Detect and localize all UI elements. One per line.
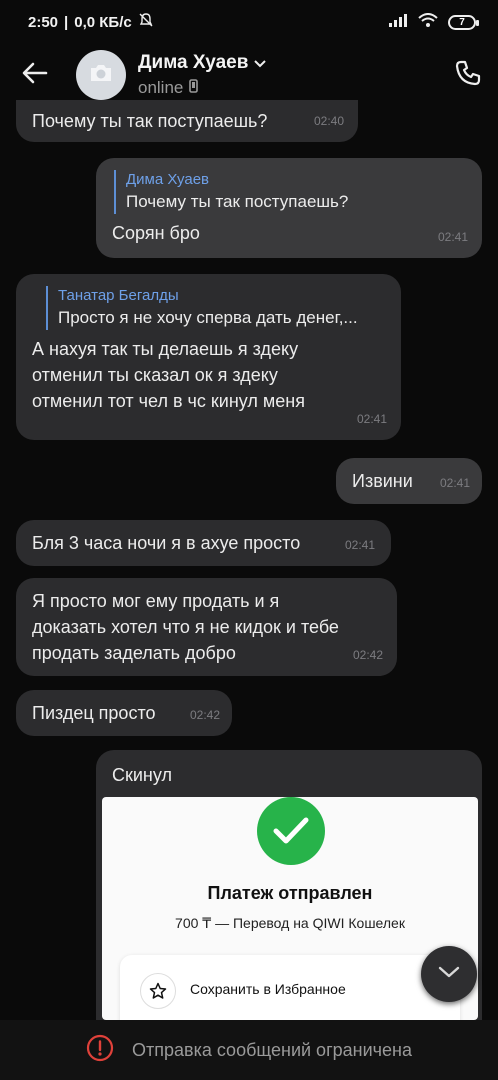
reply-author: Дима Хуаев bbox=[126, 171, 210, 188]
message-text: Я просто мог ему продать и я доказать хо… bbox=[32, 591, 339, 663]
save-favorite-card: Сохранить в Избранное bbox=[120, 955, 460, 1020]
restricted-notice: Отправка сообщений ограничена bbox=[132, 1039, 412, 1060]
mobile-phone-icon bbox=[189, 78, 199, 98]
battery-icon: 7 bbox=[448, 14, 479, 30]
status-bar: 2:50 | 0,0 КБ/с 7 bbox=[0, 0, 498, 44]
message-text: Пиздец просто bbox=[32, 703, 156, 723]
message-bubble-outgoing[interactable]: Дима Хуаев Почему ты так поступаешь? Сор… bbox=[96, 158, 482, 258]
message-text: Скинул bbox=[112, 765, 172, 785]
status-right: 7 bbox=[388, 12, 479, 32]
mute-bell-icon bbox=[138, 12, 154, 32]
message-bubble-incoming[interactable]: Почему ты так поступаешь? 02:40 bbox=[16, 100, 358, 142]
message-time: 02:41 bbox=[356, 412, 387, 426]
call-button[interactable] bbox=[438, 44, 498, 106]
camera-icon bbox=[89, 63, 113, 88]
star-icon bbox=[140, 973, 176, 1009]
message-time: 02:40 bbox=[313, 114, 344, 128]
reply-author: Танатар Бегалды bbox=[58, 287, 179, 304]
message-text: А нахуя так ты делаешь я здеку отменил т… bbox=[32, 339, 305, 411]
contact-name: Дима Хуаев bbox=[138, 52, 249, 73]
save-favorite-label: Сохранить в Избранное bbox=[190, 981, 346, 997]
exclamation-circle-icon bbox=[86, 1034, 114, 1067]
message-text: Бля 3 часа ночи я в ахуе просто bbox=[32, 533, 301, 553]
contact-info[interactable]: Дима Хуаев online bbox=[138, 52, 438, 98]
chevron-down-icon bbox=[254, 52, 267, 74]
message-time: 02:42 bbox=[189, 708, 220, 722]
reply-text: Почему ты так поступаешь? bbox=[126, 192, 349, 211]
avatar[interactable] bbox=[76, 50, 126, 100]
signal-icon bbox=[388, 13, 408, 31]
status-divider: | bbox=[64, 13, 69, 31]
message-bubble-incoming[interactable]: Я просто мог ему продать и я доказать хо… bbox=[16, 578, 397, 676]
receipt-image[interactable]: Платеж отправлен 700 ₸ — Перевод на QIWI… bbox=[102, 797, 478, 1020]
contact-status-row: online bbox=[138, 78, 438, 98]
message-time: 02:41 bbox=[344, 538, 375, 552]
contact-status: online bbox=[138, 78, 184, 97]
arrow-left-icon bbox=[22, 62, 48, 89]
chat-header: Дима Хуаев online bbox=[0, 44, 498, 106]
message-text: Сорян бро bbox=[112, 223, 200, 243]
receipt-subtitle: 700 ₸ — Перевод на QIWI Кошелек bbox=[175, 915, 405, 931]
chevron-down-icon bbox=[438, 965, 460, 983]
reply-quote[interactable]: Танатар Бегалды Просто я не хочу сперва … bbox=[46, 286, 385, 330]
status-time: 2:50 bbox=[28, 13, 59, 31]
reply-text: Просто я не хочу сперва дать денег,... bbox=[58, 308, 358, 327]
back-button[interactable] bbox=[0, 44, 70, 106]
message-bubble-incoming[interactable]: Бля 3 часа ночи я в ахуе просто 02:41 bbox=[16, 520, 391, 566]
status-speed: 0,0 КБ/с bbox=[74, 13, 132, 31]
message-time: 02:42 bbox=[352, 648, 383, 662]
message-text: Почему ты так поступаешь? bbox=[32, 111, 268, 131]
wifi-icon bbox=[418, 12, 438, 32]
message-time: 02:41 bbox=[437, 230, 468, 244]
message-time: 02:41 bbox=[439, 476, 470, 490]
status-left: 2:50 | 0,0 КБ/с bbox=[28, 12, 154, 32]
messaging-restricted-bar: Отправка сообщений ограничена bbox=[0, 1020, 498, 1080]
reply-quote[interactable]: Дима Хуаев Почему ты так поступаешь? bbox=[114, 170, 466, 214]
contact-name-row: Дима Хуаев bbox=[138, 52, 438, 74]
phone-icon bbox=[454, 59, 482, 92]
message-bubble-outgoing[interactable]: Извини 02:41 bbox=[336, 458, 482, 504]
scroll-down-button[interactable] bbox=[421, 946, 477, 1002]
receipt-title: Платеж отправлен bbox=[207, 883, 373, 903]
checkmark-icon bbox=[257, 797, 325, 865]
message-bubble-incoming[interactable]: Танатар Бегалды Просто я не хочу сперва … bbox=[16, 274, 401, 440]
message-bubble-incoming[interactable]: Пиздец просто 02:42 bbox=[16, 690, 232, 736]
